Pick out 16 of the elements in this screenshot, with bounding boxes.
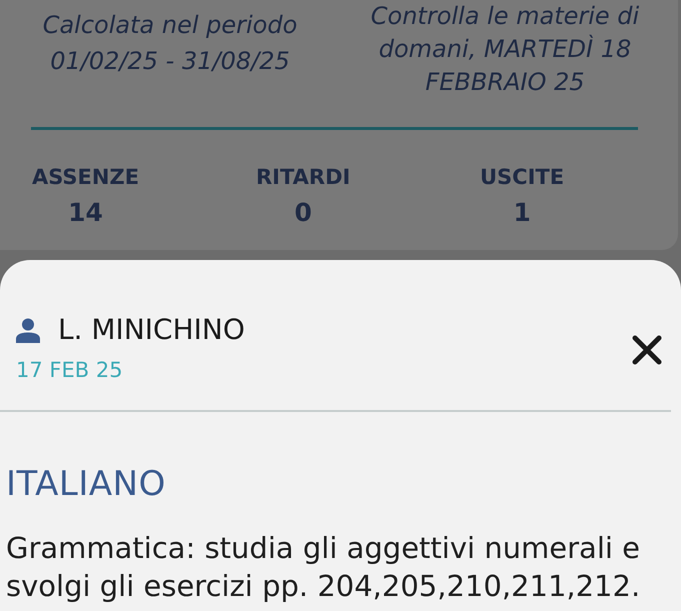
homework-date: 17 FEB 25 <box>16 357 124 384</box>
close-icon <box>632 335 662 365</box>
period-label: Calcolata nel periodo <box>42 10 298 41</box>
stat-label: RITARDI <box>256 165 350 189</box>
stat-value: 0 <box>294 198 312 228</box>
stat-value: 1 <box>513 198 531 228</box>
period-dates: 01/02/25 - 31/08/25 <box>49 46 291 77</box>
stat-label: USCITE <box>480 165 564 189</box>
person-icon <box>16 318 40 342</box>
stat-label: ASSENZE <box>32 165 140 189</box>
stat-value: 14 <box>68 198 103 228</box>
reminder-text: Controlla le materie di domani, MARTEDÌ 18 FEBBRAIO 25 <box>370 1 640 98</box>
close-button[interactable] <box>632 335 662 365</box>
homework-text: Grammatica: studia gli aggettivi numerali e svolgi gli esercizi pp. 204,205,210,211,212. <box>5 530 642 605</box>
subject-title: ITALIANO <box>5 464 167 504</box>
teacher-name: L. MINICHINO <box>58 314 245 346</box>
